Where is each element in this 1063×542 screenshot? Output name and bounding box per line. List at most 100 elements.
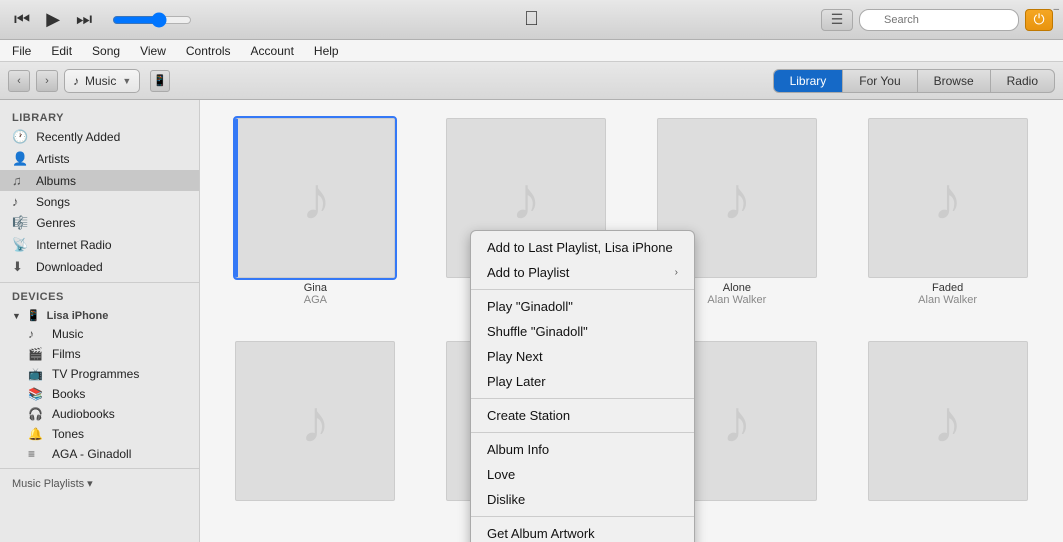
- sidebar-item-genres[interactable]: 🎼Genres: [0, 212, 199, 234]
- ctx-label-create-station: Create Station: [487, 408, 570, 423]
- label-books: Books: [52, 387, 85, 401]
- ctx-separator-9: [471, 516, 694, 517]
- label-artists: Artists: [36, 152, 69, 166]
- source-selector[interactable]: ♪ Music ▼: [64, 69, 140, 93]
- sidebar-sub-item-books[interactable]: 📚 Books: [0, 384, 199, 404]
- source-label: Music: [85, 74, 116, 88]
- menu-item-help[interactable]: Help: [310, 42, 343, 60]
- icon-recently-added: 🕐: [12, 129, 28, 145]
- sidebar-item-albums[interactable]: ♫Albums: [0, 170, 199, 191]
- album-cell-5[interactable]: ♪: [210, 333, 421, 532]
- device-name-label: Lisa iPhone: [47, 310, 109, 322]
- ctx-item-dislike[interactable]: Dislike: [471, 487, 694, 512]
- context-menu: Add to Last Playlist, Lisa iPhoneAdd to …: [470, 230, 695, 542]
- minimize-button[interactable]: –: [1053, 4, 1059, 15]
- ctx-item-play-next[interactable]: Play Next: [471, 344, 694, 369]
- sidebar-sub-item-tv-programmes[interactable]: 📺TV Programmes: [0, 364, 199, 384]
- menu-bar: File Edit Song View Controls Account Help: [0, 40, 1063, 62]
- sidebar-item-internet-radio[interactable]: 📡Internet Radio: [0, 234, 199, 256]
- menu-item-edit[interactable]: Edit: [47, 42, 76, 60]
- music-note-icon: ♪: [300, 387, 330, 456]
- ctx-item-add-to-playlist[interactable]: Add to Playlist›: [471, 260, 694, 285]
- ctx-item-album-info[interactable]: Album Info: [471, 437, 694, 462]
- album-title-3: Alone: [723, 282, 751, 294]
- sidebar-sub-item-aga-ginadoll[interactable]: ≡AGA - Ginadoll: [0, 444, 199, 464]
- ctx-label-love: Love: [487, 467, 515, 482]
- sidebar-item-downloaded[interactable]: ⬇Downloaded: [0, 256, 199, 278]
- ctx-item-shuffle-ginadoll[interactable]: Shuffle "Ginadoll": [471, 319, 694, 344]
- ctx-item-love[interactable]: Love: [471, 462, 694, 487]
- icon-artists: 👤: [12, 151, 28, 167]
- ctx-separator-5: [471, 398, 694, 399]
- music-note-icon: ♪: [933, 164, 963, 233]
- music-note-icon: ♪: [511, 164, 541, 233]
- icon-tv-programmes: 📺: [28, 367, 44, 381]
- rewind-button[interactable]: ⏮: [10, 7, 34, 32]
- music-note-icon: ♪: [933, 387, 963, 456]
- title-bar-right: ☰ 🔍 ⏻ –: [821, 9, 1053, 31]
- label-recently-added: Recently Added: [36, 130, 120, 144]
- label-downloaded: Downloaded: [36, 260, 103, 274]
- label-aga-ginadoll: AGA - Ginadoll: [52, 447, 131, 461]
- icon-films: 🎬: [28, 347, 44, 361]
- nav-forward-button[interactable]: ›: [36, 70, 58, 92]
- sidebar-sub-item-tones[interactable]: 🔔Tones: [0, 424, 199, 444]
- album-title-4: Faded: [932, 282, 963, 294]
- list-view-button[interactable]: ☰: [821, 9, 853, 31]
- search-input[interactable]: [859, 9, 1019, 31]
- label-albums: Albums: [36, 174, 76, 188]
- ctx-item-create-station[interactable]: Create Station: [471, 403, 694, 428]
- ctx-item-add-to-last-playlist[interactable]: Add to Last Playlist, Lisa iPhone: [471, 235, 694, 260]
- menu-item-account[interactable]: Account: [247, 42, 298, 60]
- menu-item-controls[interactable]: Controls: [182, 42, 235, 60]
- ctx-label-album-info: Album Info: [487, 442, 549, 457]
- album-cell-1[interactable]: ♪GinaAGA: [210, 110, 421, 333]
- album-artist-1: AGA: [304, 294, 327, 306]
- sidebar-item-songs[interactable]: ♪Songs: [0, 191, 199, 212]
- nav-tab-browse[interactable]: Browse: [918, 70, 991, 92]
- sidebar-sub-item-music[interactable]: ♪Music: [0, 324, 199, 344]
- album-cell-4[interactable]: ♪ FadedAlan Walker: [842, 110, 1053, 333]
- content-area: ♪GinaAGA♪♪AloneAlan Walker♪FadedAlan Wal…: [200, 100, 1063, 542]
- album-cell-8[interactable]: ♪: [842, 333, 1053, 532]
- play-button[interactable]: ▶: [42, 7, 64, 32]
- icon-books: 📚: [28, 387, 44, 401]
- sidebar-sub-item-audiobooks[interactable]: 🎧Audiobooks: [0, 404, 199, 424]
- ctx-arrow-icon: ›: [675, 267, 678, 278]
- label-films: Films: [52, 347, 81, 361]
- menu-item-file[interactable]: File: [8, 42, 35, 60]
- album-art-4: ♪: [868, 118, 1028, 278]
- ctx-label-dislike: Dislike: [487, 492, 525, 507]
- sidebar-device-lisa-iphone[interactable]: ▼📱Lisa iPhone: [0, 305, 199, 324]
- sidebar-item-artists[interactable]: 👤 Artists: [0, 148, 199, 170]
- sidebar-sub-item-films[interactable]: 🎬 Films: [0, 344, 199, 364]
- account-button[interactable]: ⏻: [1025, 9, 1053, 31]
- nav-tab-library[interactable]: Library: [774, 70, 844, 92]
- ctx-item-play-ginadoll[interactable]: Play "Ginadoll": [471, 294, 694, 319]
- nav-tab-radio[interactable]: Radio: [991, 70, 1054, 92]
- main-layout: Library🕐Recently Added👤Artists♫Albums♪So…: [0, 100, 1063, 542]
- label-audiobooks: Audiobooks: [52, 407, 115, 421]
- menu-item-view[interactable]: View: [136, 42, 170, 60]
- sidebar-item-recently-added[interactable]: 🕐 Recently Added: [0, 126, 199, 148]
- album-art-1: ♪: [235, 118, 395, 278]
- ctx-separator-1: [471, 289, 694, 290]
- music-playlists-footer[interactable]: Music Playlists ▾: [0, 473, 199, 494]
- nav-back-button[interactable]: ‹: [8, 70, 30, 92]
- album-art-5: ♪: [235, 341, 395, 501]
- menu-item-song[interactable]: Song: [88, 42, 124, 60]
- ctx-label-play-ginadoll: Play "Ginadoll": [487, 299, 573, 314]
- ctx-item-play-later[interactable]: Play Later: [471, 369, 694, 394]
- nav-tab-for-you[interactable]: For You: [843, 70, 917, 92]
- fastforward-button[interactable]: ⏭: [72, 7, 96, 32]
- apple-logo: : [524, 8, 539, 31]
- ctx-item-get-album-artwork[interactable]: Get Album Artwork: [471, 521, 694, 542]
- album-artist-4: Alan Walker: [918, 294, 977, 306]
- device-icon-button[interactable]: 📱: [150, 70, 170, 92]
- label-music: Music: [52, 327, 83, 341]
- music-note-icon: ♪: [722, 164, 752, 233]
- chevron-down-icon: ▼: [12, 311, 21, 321]
- volume-slider[interactable]: [112, 12, 192, 28]
- music-note-icon: ♪: [722, 387, 752, 456]
- source-arrow-icon: ▼: [122, 76, 131, 86]
